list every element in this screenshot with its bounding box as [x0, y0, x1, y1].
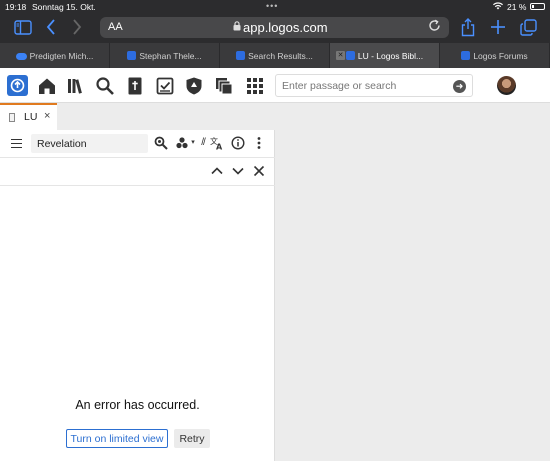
go-arrow-icon[interactable]: ➜ — [453, 80, 466, 93]
multitask-dots[interactable]: ••• — [266, 1, 278, 11]
status-time: 19:18 — [5, 2, 27, 12]
empty-workspace — [276, 103, 550, 461]
browser-tab[interactable]: Stephan Thele... — [110, 43, 220, 68]
apps-grid-icon[interactable] — [245, 76, 265, 96]
app-toolbar: ➜ — [0, 68, 550, 103]
library-icon[interactable] — [66, 76, 86, 96]
battery-icon — [530, 3, 545, 10]
url-text: app.logos.com — [243, 20, 328, 35]
info-icon[interactable] — [231, 136, 245, 150]
retry-button[interactable]: Retry — [174, 429, 210, 448]
parallel-resources-icon[interactable]: // — [197, 136, 209, 150]
sidebar-icon[interactable] — [14, 20, 32, 38]
browser-tab-title: Predigten Mich... — [29, 51, 94, 61]
chevron-down-icon[interactable] — [231, 164, 245, 178]
logos-favicon — [345, 51, 355, 60]
passage-search-box[interactable]: ➜ — [275, 74, 473, 97]
more-vertical-icon[interactable] — [252, 136, 266, 150]
visual-filter-icon[interactable] — [175, 136, 189, 150]
document-icon — [9, 113, 15, 122]
back-icon[interactable] — [46, 19, 56, 38]
bible-icon[interactable] — [125, 76, 145, 96]
lock-icon — [233, 21, 241, 34]
panel-toolbar: ▾ // 文A — [0, 130, 275, 158]
logos-logo[interactable] — [7, 75, 28, 96]
svg-text:A: A — [216, 143, 223, 151]
status-bar: 19:18 Sonntag 15. Okt. ••• 21 % — [0, 0, 550, 14]
browser-tab-title: Stephan Thele... — [139, 51, 202, 61]
chevron-up-icon[interactable] — [210, 164, 224, 178]
browser-tab-title: Logos Forums — [473, 51, 528, 61]
home-icon[interactable] — [37, 76, 57, 96]
forward-icon[interactable] — [72, 19, 82, 38]
tabs-icon[interactable] — [520, 19, 537, 39]
chevron-down-icon[interactable]: ▾ — [189, 136, 197, 150]
shield-icon[interactable] — [184, 76, 204, 96]
limited-view-button[interactable]: Turn on limited view — [66, 429, 168, 448]
browser-tab-active[interactable]: ✕ LU - Logos Bibl... — [330, 43, 440, 68]
layouts-icon[interactable] — [214, 76, 234, 96]
error-message: An error has occurred. — [75, 398, 200, 412]
close-tab-icon[interactable]: ✕ — [336, 51, 345, 60]
wifi-icon — [493, 2, 503, 12]
panel-tab-label: LU — [24, 111, 38, 123]
browser-tab[interactable]: Predigten Mich... — [0, 43, 110, 68]
logos-favicon — [236, 51, 246, 60]
logos-favicon — [461, 51, 471, 60]
cloud-icon — [15, 53, 27, 60]
new-tab-icon[interactable] — [490, 19, 506, 38]
find-navigation-row — [0, 158, 275, 186]
browser-tab-strip: Predigten Mich... Stephan Thele... Searc… — [0, 43, 550, 68]
translate-icon[interactable]: 文A — [210, 136, 224, 152]
reference-box[interactable] — [31, 134, 148, 153]
reload-icon[interactable] — [428, 19, 441, 35]
close-icon[interactable] — [252, 164, 266, 178]
menu-icon[interactable] — [11, 139, 22, 148]
status-date: Sonntag 15. Okt. — [32, 2, 96, 12]
browser-tab[interactable]: Logos Forums — [440, 43, 550, 68]
logos-favicon — [127, 51, 137, 60]
browser-tab-title: Search Results... — [248, 51, 313, 61]
address-bar[interactable]: AA app.logos.com — [100, 17, 449, 38]
text-size-button[interactable]: AA — [108, 21, 123, 33]
reader-panel: ▾ // 文A An error has occurred. Turn on l… — [0, 130, 275, 461]
browser-tab[interactable]: Search Results... — [220, 43, 330, 68]
panel-tab-bar: LU × — [0, 103, 275, 130]
avatar[interactable] — [497, 76, 516, 95]
close-icon[interactable]: × — [44, 110, 50, 122]
checklist-icon[interactable] — [155, 76, 175, 96]
search-in-resource-icon[interactable] — [154, 136, 168, 150]
panel-tab-lu[interactable]: LU × — [0, 103, 57, 130]
reference-input[interactable] — [37, 137, 142, 150]
share-icon[interactable] — [461, 18, 475, 40]
browser-tab-title: LU - Logos Bibl... — [357, 51, 424, 61]
safari-toolbar: AA app.logos.com — [0, 14, 550, 43]
battery-percent: 21 % — [507, 2, 527, 12]
search-icon[interactable] — [95, 76, 115, 96]
passage-search-input[interactable] — [282, 79, 442, 93]
